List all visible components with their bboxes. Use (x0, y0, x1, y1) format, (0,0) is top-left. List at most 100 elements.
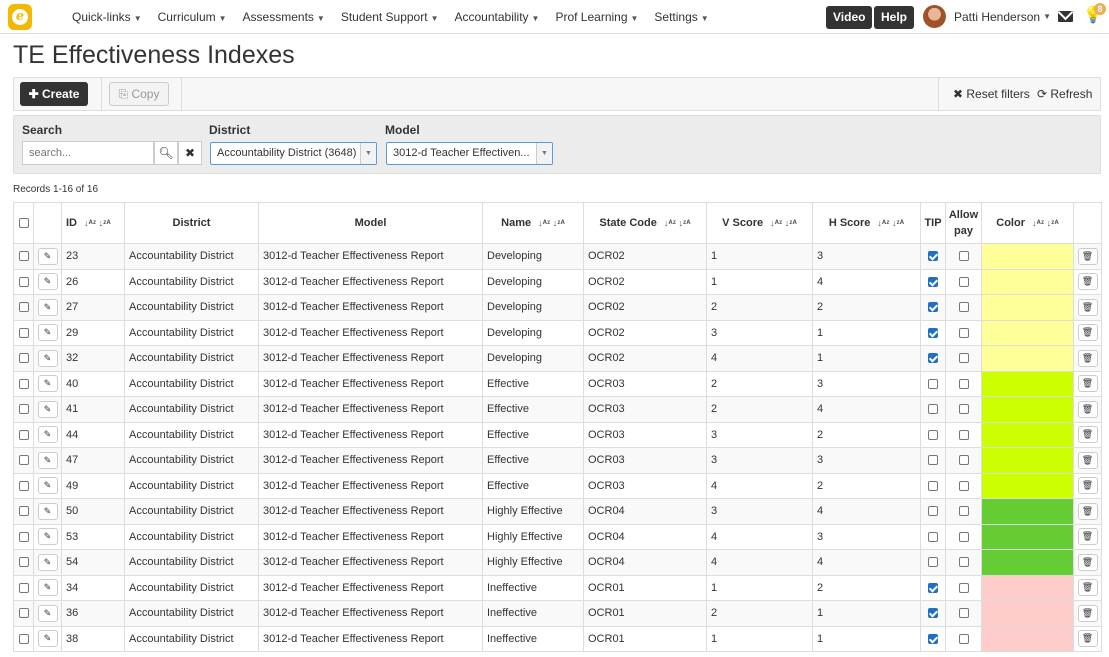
row-checkbox[interactable] (18, 327, 29, 338)
sort-icon[interactable]: ↓ᴬᶻ ↓ᶻᴬ (770, 218, 797, 228)
allow-pay-checkbox[interactable] (958, 251, 969, 262)
edit-button[interactable]: ✎ (37, 426, 58, 444)
row-checkbox[interactable] (18, 251, 29, 262)
tip-checkbox[interactable] (928, 455, 938, 466)
sort-icon[interactable]: ↓ᴬᶻ ↓ᶻᴬ (1032, 218, 1059, 228)
allow-pay-checkbox[interactable] (958, 506, 969, 517)
delete-button[interactable]: 🗑︎ (1077, 247, 1098, 265)
edit-button[interactable]: ✎ (37, 273, 58, 291)
allow-pay-checkbox[interactable] (958, 633, 969, 644)
allow-pay-checkbox[interactable] (958, 327, 969, 338)
edit-button[interactable]: ✎ (37, 451, 58, 469)
menu-student-support[interactable]: Student Support ▼ (333, 10, 447, 24)
col-state-code[interactable]: State Code ↓ᴬᶻ ↓ᶻᴬ (583, 202, 707, 244)
edit-button[interactable]: ✎ (37, 604, 58, 622)
help-button[interactable]: Help (874, 6, 915, 29)
allow-pay-checkbox[interactable] (958, 455, 969, 466)
tip-checkbox[interactable] (928, 582, 938, 593)
row-checkbox[interactable] (18, 378, 29, 389)
edit-button[interactable]: ✎ (37, 528, 58, 546)
row-checkbox[interactable] (18, 353, 29, 364)
col-v-score[interactable]: V Score ↓ᴬᶻ ↓ᶻᴬ (706, 202, 813, 244)
edit-button[interactable]: ✎ (37, 298, 58, 316)
delete-button[interactable]: 🗑︎ (1077, 451, 1098, 469)
copy-button[interactable]: ⎘ Copy (109, 82, 169, 106)
user-menu[interactable]: Patti Henderson ▼ (923, 5, 1051, 28)
tip-checkbox[interactable] (928, 506, 938, 517)
delete-button[interactable]: 🗑︎ (1077, 502, 1098, 520)
delete-button[interactable]: 🗑︎ (1077, 604, 1098, 622)
app-logo[interactable]: e (8, 4, 32, 30)
row-checkbox[interactable] (18, 506, 29, 517)
tip-checkbox[interactable] (928, 404, 938, 415)
clear-search-icon[interactable]: ✖ (178, 141, 202, 165)
create-button[interactable]: ✚ Create (20, 82, 88, 106)
menu-assessments[interactable]: Assessments ▼ (235, 10, 333, 24)
delete-button[interactable]: 🗑︎ (1077, 553, 1098, 571)
menu-curriculum[interactable]: Curriculum ▼ (150, 10, 235, 24)
edit-button[interactable]: ✎ (37, 477, 58, 495)
col-color[interactable]: Color ↓ᴬᶻ ↓ᶻᴬ (981, 202, 1074, 244)
select-all-checkbox[interactable] (18, 218, 29, 229)
allow-pay-checkbox[interactable] (958, 302, 969, 313)
row-checkbox[interactable] (18, 582, 29, 593)
row-checkbox[interactable] (18, 608, 29, 619)
district-select[interactable]: Accountability District (3648) ▼ (210, 142, 377, 165)
edit-button[interactable]: ✎ (37, 502, 58, 520)
reset-filters-button[interactable]: ✖ Reset filters (953, 87, 1030, 101)
search-icon[interactable]: 🔍︎ (154, 141, 178, 165)
tip-checkbox[interactable] (928, 429, 938, 440)
tip-checkbox[interactable] (928, 608, 938, 619)
row-checkbox[interactable] (18, 404, 29, 415)
tip-checkbox[interactable] (928, 480, 938, 491)
col-name[interactable]: Name ↓ᴬᶻ ↓ᶻᴬ (482, 202, 584, 244)
edit-button[interactable]: ✎ (37, 349, 58, 367)
row-checkbox[interactable] (18, 276, 29, 287)
delete-button[interactable]: 🗑︎ (1077, 349, 1098, 367)
delete-button[interactable]: 🗑︎ (1077, 298, 1098, 316)
menu-quick-links[interactable]: Quick-links ▼ (64, 10, 150, 24)
delete-button[interactable]: 🗑︎ (1077, 400, 1098, 418)
delete-button[interactable]: 🗑︎ (1077, 477, 1098, 495)
menu-accountability[interactable]: Accountability ▼ (446, 10, 547, 24)
col-h-score[interactable]: H Score ↓ᴬᶻ ↓ᶻᴬ (812, 202, 921, 244)
edit-button[interactable]: ✎ (37, 400, 58, 418)
allow-pay-checkbox[interactable] (958, 353, 969, 364)
tip-checkbox[interactable] (928, 276, 938, 287)
row-checkbox[interactable] (18, 480, 29, 491)
allow-pay-checkbox[interactable] (958, 531, 969, 542)
delete-button[interactable]: 🗑︎ (1077, 324, 1098, 342)
allow-pay-checkbox[interactable] (958, 480, 969, 491)
edit-button[interactable]: ✎ (37, 247, 58, 265)
tip-checkbox[interactable] (928, 557, 938, 568)
sort-icon[interactable]: ↓ᴬᶻ ↓ᶻᴬ (84, 218, 111, 228)
delete-button[interactable]: 🗑︎ (1077, 528, 1098, 546)
video-button[interactable]: Video (826, 6, 873, 29)
menu-settings[interactable]: Settings ▼ (646, 10, 716, 24)
allow-pay-checkbox[interactable] (958, 582, 969, 593)
row-checkbox[interactable] (18, 302, 29, 313)
row-checkbox[interactable] (18, 455, 29, 466)
allow-pay-checkbox[interactable] (958, 378, 969, 389)
tip-checkbox[interactable] (928, 327, 938, 338)
allow-pay-checkbox[interactable] (958, 276, 969, 287)
menu-prof-learning[interactable]: Prof Learning ▼ (547, 10, 646, 24)
row-checkbox[interactable] (18, 557, 29, 568)
search-input[interactable] (22, 141, 154, 165)
col-id[interactable]: ID ↓ᴬᶻ ↓ᶻᴬ (61, 202, 125, 244)
row-checkbox[interactable] (18, 429, 29, 440)
tip-checkbox[interactable] (928, 531, 938, 542)
tip-checkbox[interactable] (928, 251, 938, 262)
row-checkbox[interactable] (18, 531, 29, 542)
delete-button[interactable]: 🗑︎ (1077, 375, 1098, 393)
edit-button[interactable]: ✎ (37, 579, 58, 597)
envelope-icon[interactable] (1058, 11, 1073, 22)
edit-button[interactable]: ✎ (37, 324, 58, 342)
sort-icon[interactable]: ↓ᴬᶻ ↓ᶻᴬ (664, 218, 691, 228)
delete-button[interactable]: 🗑︎ (1077, 426, 1098, 444)
allow-pay-checkbox[interactable] (958, 429, 969, 440)
refresh-button[interactable]: ⟳ Refresh (1037, 87, 1092, 101)
model-select[interactable]: 3012-d Teacher Effectiven... ▼ (386, 142, 553, 165)
tip-checkbox[interactable] (928, 633, 938, 644)
tip-checkbox[interactable] (928, 378, 938, 389)
